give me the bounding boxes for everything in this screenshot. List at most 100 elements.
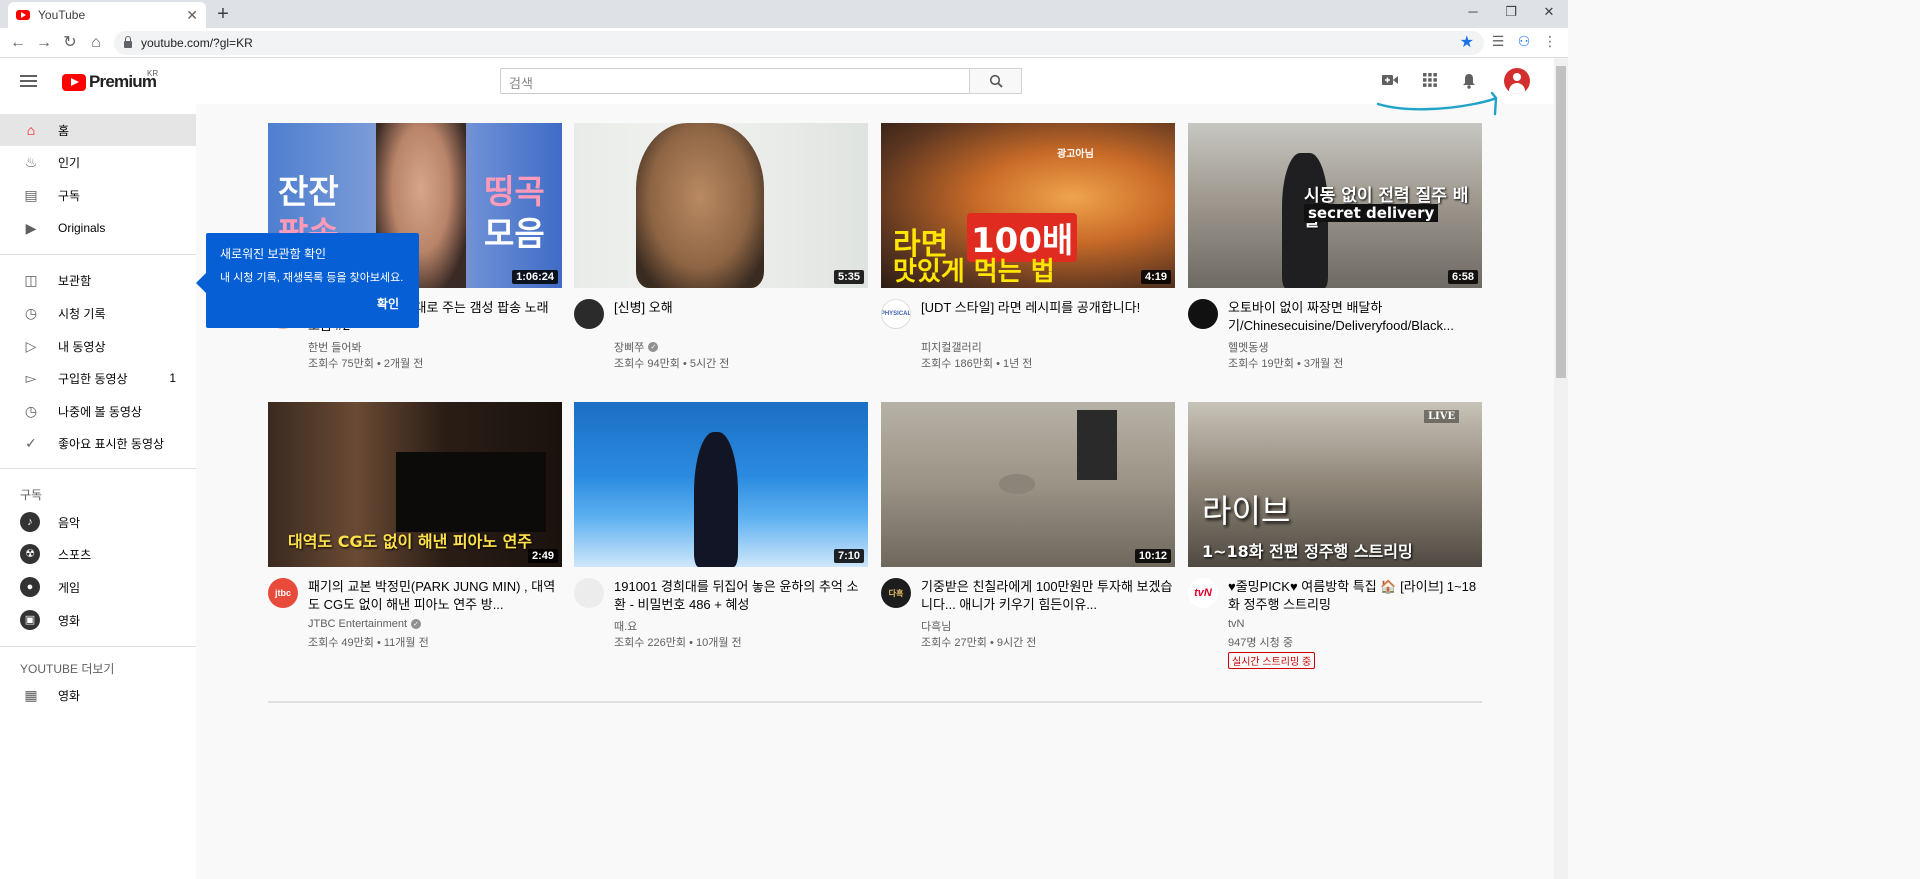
channel-avatar[interactable]: 다흑 [881, 578, 911, 608]
address-bar[interactable]: youtube.com/?gl=KR ★ [114, 31, 1484, 55]
sidebar-item-label: 좋아요 표시한 동영상 [58, 436, 165, 451]
sidebar-sub-sports[interactable]: ☢ 스포츠 [0, 538, 196, 570]
media-control-icon[interactable]: ☰ [1488, 33, 1508, 50]
account-avatar[interactable] [1504, 68, 1530, 94]
sidebar-item-purchases[interactable]: ▻ 구입한 동영상 1 [0, 362, 196, 394]
browser-tab[interactable]: YouTube ✕ [8, 2, 206, 28]
library-icon: ◫ [24, 271, 38, 288]
forward-icon[interactable]: → [34, 33, 54, 53]
create-video-icon[interactable] [1381, 73, 1399, 89]
channel-name[interactable]: 피지컬갤러리 [921, 339, 982, 355]
channel-avatar[interactable]: jtbc [268, 578, 298, 608]
channel-avatar[interactable] [1188, 299, 1218, 329]
channel-name[interactable]: 헬멧동생 [1228, 339, 1268, 355]
video-title[interactable]: 오토바이 없이 짜장면 배달하기/Chinesecuisine/Delivery… [1228, 299, 1480, 335]
youtube-premium-logo[interactable]: Premium KR [62, 69, 158, 92]
video-title[interactable]: [신병] 오해 [614, 299, 866, 317]
thumbnail-text: 1~18화 전편 정주행 스트리밍 [1202, 542, 1413, 561]
video-title[interactable]: 패기의 교본 박정민(PARK JUNG MIN) , 대역도 CG도 없이 해… [308, 578, 560, 614]
video-meta: 조회수 94만회 • 5시간 전 [614, 358, 730, 370]
channel-name[interactable]: 장삐쭈 ✓ [614, 339, 659, 355]
sidebar-item-subscriptions[interactable]: ▤ 구독 [0, 179, 196, 211]
thumbnail-text: 모음 [484, 214, 545, 253]
channel-name-text: 때.요 [614, 621, 638, 633]
channel-name[interactable]: JTBC Entertainment ✓ [308, 618, 422, 630]
video-thumbnail[interactable]: 광고아님 라면 100배 맛있게 먹는 법 4:19 [881, 123, 1175, 288]
channel-name[interactable]: 때.요 [614, 618, 637, 634]
sidebar-item-label: 스포츠 [58, 547, 92, 562]
your-videos-icon: ▷ [25, 337, 37, 354]
sidebar-item-liked[interactable]: ✓ 좋아요 표시한 동영상 [0, 427, 196, 459]
channel-avatar[interactable] [574, 578, 604, 608]
video-thumbnail[interactable]: 시동 없이 전력 질주 배달 secret delivery 6:58 [1188, 123, 1482, 288]
video-duration: 10:12 [1134, 549, 1171, 563]
tooltip-ok-button[interactable]: 확인 [377, 295, 399, 312]
video-card[interactable]: 대역도 CG도 없이 해낸 피아노 연주 2:49 jtbc 패기의 교본 박정… [268, 402, 562, 649]
video-card[interactable]: 10:12 다흑 기중받은 친칠라에게 100만원만 투자해 보겠습니다... … [881, 402, 1175, 649]
sidebar-item-watch-later[interactable]: ◷ 나중에 볼 동영상 [0, 395, 196, 427]
close-window-button[interactable]: ✕ [1530, 0, 1568, 26]
minimize-button[interactable]: ─ [1454, 0, 1492, 26]
sidebar-sub-gaming[interactable]: ● 게임 [0, 571, 196, 603]
video-card[interactable]: 광고아님 라면 100배 맛있게 먹는 법 4:19 PHYSICAL [UDT… [881, 123, 1175, 370]
bookmark-star-icon[interactable]: ★ [1460, 32, 1474, 52]
guide-menu-icon[interactable] [20, 75, 37, 87]
tooltip-body: 내 시청 기록, 재생목록 등을 찾아보세요. [220, 272, 404, 284]
sidebar-more-movies[interactable]: ▦ 영화 [0, 679, 196, 711]
video-thumbnail[interactable]: LIVE 라이브 1~18화 전편 정주행 스트리밍 [1188, 402, 1482, 567]
channel-name[interactable]: 한번 들어봐 [308, 339, 362, 355]
thumbnail-text: 잔잔 [278, 172, 339, 211]
notifications-bell-icon[interactable] [1460, 73, 1478, 89]
video-duration: 6:58 [1447, 270, 1478, 284]
video-thumbnail[interactable]: 대역도 CG도 없이 해낸 피아노 연주 2:49 [268, 402, 562, 567]
liked-icon: ✓ [25, 434, 37, 451]
video-card[interactable]: LIVE 라이브 1~18화 전편 정주행 스트리밍 tvN ♥줄밍PICK♥ … [1188, 402, 1482, 669]
video-duration: 2:49 [527, 549, 558, 563]
live-label: LIVE [1424, 410, 1460, 423]
scrollbar-thumb[interactable] [1556, 66, 1566, 378]
back-icon[interactable]: ← [8, 33, 28, 53]
tab-close-icon[interactable]: ✕ [186, 7, 198, 24]
sidebar-item-your-videos[interactable]: ▷ 내 동영상 [0, 330, 196, 362]
sidebar-item-home[interactable]: ⌂ 홈 [0, 114, 196, 146]
video-thumbnail[interactable]: 5:35 [574, 123, 868, 288]
video-card[interactable]: 5:35 [신병] 오해 장삐쭈 ✓ 조회수 94만회 • 5시간 전 [574, 123, 868, 370]
channel-avatar[interactable]: tvN [1188, 578, 1218, 608]
sidebar-item-trending[interactable]: ♨ 인기 [0, 146, 196, 178]
sidebar-item-label: 인기 [58, 155, 81, 170]
page-scrollbar[interactable] [1554, 58, 1568, 879]
thumbnail-text: 대역도 CG도 없이 해낸 피아노 연주 [288, 532, 533, 551]
search-button[interactable] [969, 68, 1022, 94]
video-card[interactable]: 시동 없이 전력 질주 배달 secret delivery 6:58 오토바이… [1188, 123, 1482, 370]
video-title[interactable]: ♥줄밍PICK♥ 여름방학 특집 🏠 [라이브] 1~18화 정주행 스트리밍 [1228, 578, 1480, 614]
video-thumbnail[interactable]: 10:12 [881, 402, 1175, 567]
home-browser-icon[interactable]: ⌂ [86, 33, 106, 53]
browser-menu-icon[interactable]: ⋮ [1540, 33, 1560, 50]
url-text: youtube.com/?gl=KR [141, 36, 253, 50]
sidebar-sub-movies[interactable]: ▣ 영화 [0, 604, 196, 636]
sidebar-item-library[interactable]: ◫ 보관함 [0, 264, 196, 296]
profile-browser-icon[interactable]: ⚇ [1514, 33, 1534, 50]
channel-name[interactable]: 다흑님 [921, 618, 951, 634]
video-title[interactable]: 기중받은 친칠라에게 100만원만 투자해 보겠습니다... 애니가 키우기 힘… [921, 578, 1173, 614]
sidebar-item-history[interactable]: ◷ 시청 기록 [0, 297, 196, 329]
reload-icon[interactable]: ↻ [60, 33, 80, 53]
sidebar-item-originals[interactable]: ▶ Originals [0, 212, 196, 244]
maximize-button[interactable]: ❐ [1492, 0, 1530, 26]
new-tab-button[interactable]: + [212, 3, 234, 26]
subscriptions-heading: 구독 [20, 488, 43, 502]
video-title[interactable]: 191001 경희대를 뒤집어 놓은 윤하의 추억 소환 - 비밀번호 486 … [614, 578, 866, 614]
channel-avatar[interactable]: PHYSICAL [881, 299, 911, 329]
video-meta: 조회수 75만회 • 2개월 전 [308, 358, 424, 370]
search-input[interactable]: 검색 [500, 68, 970, 94]
apps-grid-icon[interactable] [1421, 73, 1439, 89]
video-title[interactable]: [UDT 스타일] 라면 레시피를 공개합니다! [921, 299, 1173, 317]
video-duration: 7:10 [833, 549, 864, 563]
sidebar-sub-music[interactable]: ♪ 음악 [0, 506, 196, 538]
video-card[interactable]: 7:10 191001 경희대를 뒤집어 놓은 윤하의 추억 소환 - 비밀번호… [574, 402, 868, 649]
home-icon: ⌂ [26, 122, 36, 138]
video-thumbnail[interactable]: 7:10 [574, 402, 868, 567]
sidebar-item-label: 홈 [58, 123, 70, 138]
channel-name[interactable]: tvN [1228, 618, 1245, 630]
channel-avatar[interactable] [574, 299, 604, 329]
